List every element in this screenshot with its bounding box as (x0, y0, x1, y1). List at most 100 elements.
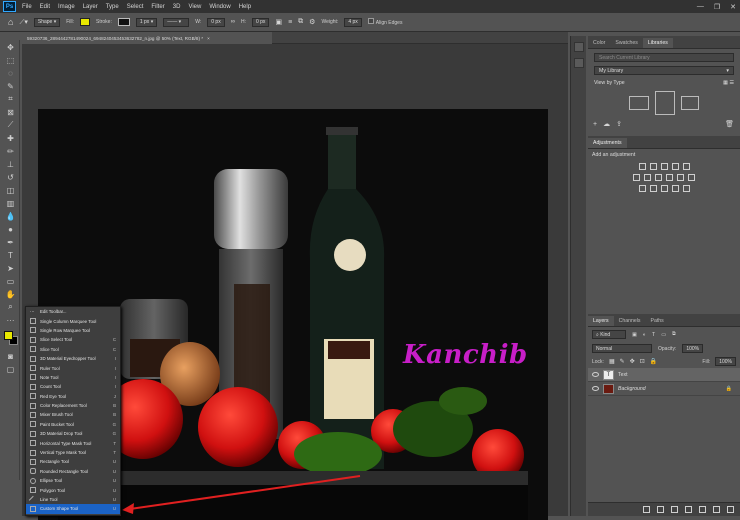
photo-filter-icon[interactable] (666, 174, 673, 181)
frame-tool-icon[interactable]: ⊠ (4, 106, 18, 118)
lock-artboard-icon[interactable]: ⊡ (640, 358, 645, 365)
menu-file[interactable]: File (22, 4, 32, 10)
flyout-item[interactable]: 3D Material Drop ToolG (26, 429, 120, 438)
new-layer-icon[interactable] (713, 506, 720, 513)
history-panel-icon[interactable] (574, 42, 584, 52)
hand-tool-icon[interactable]: ✋ (4, 288, 18, 300)
menu-help[interactable]: Help (239, 4, 251, 10)
trash-icon[interactable] (727, 506, 734, 513)
properties-panel-icon[interactable] (574, 58, 584, 68)
flyout-item[interactable]: Ruler ToolI (26, 363, 120, 372)
history-brush-tool-icon[interactable]: ↺ (4, 171, 18, 183)
upload-icon[interactable]: ⇪ (616, 120, 622, 128)
add-icon[interactable]: + (593, 121, 597, 128)
vibrance-icon[interactable] (683, 163, 690, 170)
gradient-tool-icon[interactable]: ▥ (4, 197, 18, 209)
invert-icon[interactable] (639, 185, 646, 192)
menu-layer[interactable]: Layer (83, 4, 98, 10)
more-tools-icon[interactable]: ··· (4, 314, 18, 326)
filter-type-icon[interactable]: T (652, 332, 655, 338)
crop-tool-icon[interactable]: ⌗ (4, 93, 18, 105)
color-swatches[interactable] (3, 330, 19, 346)
layer-row-background[interactable]: Background 🔒 (588, 382, 740, 396)
stroke-width-field[interactable]: 1 px ▾ (136, 18, 157, 27)
opacity-field[interactable]: 100% (682, 344, 703, 353)
menu-filter[interactable]: Filter (151, 4, 164, 10)
view-by-select[interactable]: View by Type (594, 80, 625, 86)
fill-swatch[interactable] (80, 18, 90, 26)
flyout-item[interactable]: 3D Material Eyedropper ToolI (26, 354, 120, 363)
stamp-tool-icon[interactable]: ⊥ (4, 158, 18, 170)
menu-window[interactable]: Window (209, 4, 230, 10)
menu-3d[interactable]: 3D (173, 4, 181, 10)
lock-paint-icon[interactable]: ✎ (620, 358, 625, 365)
menu-image[interactable]: Image (58, 4, 75, 10)
flyout-item[interactable]: Color Replacement ToolB (26, 401, 120, 410)
stroke-swatch[interactable] (118, 18, 130, 26)
selective-color-icon[interactable] (683, 185, 690, 192)
eraser-tool-icon[interactable]: ◫ (4, 184, 18, 196)
black-white-icon[interactable] (655, 174, 662, 181)
color-lookup-icon[interactable] (688, 174, 695, 181)
flyout-item[interactable]: Single Column Marquee Tool (26, 316, 120, 325)
exposure-icon[interactable] (672, 163, 679, 170)
flyout-item[interactable]: Note ToolI (26, 373, 120, 382)
tab-layers[interactable]: Layers (588, 316, 614, 326)
flyout-item[interactable]: Slice Select ToolC (26, 335, 120, 344)
align-edges-checkbox[interactable]: Align Edges (368, 18, 403, 26)
hue-saturation-icon[interactable] (633, 174, 640, 181)
tab-paths[interactable]: Paths (646, 316, 669, 326)
channel-mixer-icon[interactable] (677, 174, 684, 181)
filter-shape-icon[interactable]: ▭ (661, 332, 666, 338)
type-tool-icon[interactable]: T (4, 249, 18, 261)
link-icon[interactable]: ∞ (231, 19, 235, 25)
trash-icon[interactable]: 🗑 (725, 120, 734, 128)
layer-row-text[interactable]: T Text (588, 368, 740, 382)
quick-select-tool-icon[interactable]: ✎ (4, 80, 18, 92)
menu-view[interactable]: View (188, 4, 201, 10)
posterize-icon[interactable] (650, 185, 657, 192)
flyout-item[interactable]: ⋯Edit Toolbar... (26, 307, 120, 316)
flyout-item[interactable]: Slice ToolC (26, 345, 120, 354)
lock-move-icon[interactable]: ✥ (630, 358, 635, 365)
shape-tool-icon[interactable]: ▭ (4, 275, 18, 287)
color-balance-icon[interactable] (644, 174, 651, 181)
library-select[interactable]: My Library▾ (594, 66, 734, 75)
flyout-item[interactable]: Polygon ToolU (26, 485, 120, 494)
dodge-tool-icon[interactable]: ● (4, 223, 18, 235)
brush-tool-icon[interactable]: ✏ (4, 145, 18, 157)
stroke-type-select[interactable]: —— ▾ (163, 18, 189, 27)
gradient-map-icon[interactable] (672, 185, 679, 192)
shape-tool-preset-icon[interactable]: ⟋▾ (19, 18, 27, 27)
flyout-item[interactable]: Paint Bucket ToolG (26, 420, 120, 429)
flyout-item[interactable]: Mixer Brush ToolB (26, 410, 120, 419)
tab-channels[interactable]: Channels (614, 316, 646, 326)
path-arrangement-icon[interactable]: ⧉ (298, 18, 303, 26)
fill-field[interactable]: 100% (715, 357, 736, 366)
tab-adjustments[interactable]: Adjustments (588, 138, 627, 148)
brightness-icon[interactable] (639, 163, 646, 170)
flyout-item[interactable]: Vertical Type Mask ToolT (26, 448, 120, 457)
blur-tool-icon[interactable]: 💧 (4, 210, 18, 222)
pen-tool-icon[interactable]: ✒ (4, 236, 18, 248)
blend-mode-select[interactable]: Normal (592, 344, 652, 353)
flyout-item-custom-shape-selected[interactable]: Custom Shape ToolU (26, 504, 120, 513)
lasso-tool-icon[interactable]: ◌ (4, 67, 18, 79)
path-alignment-icon[interactable]: ≡ (288, 19, 292, 26)
width-field[interactable]: 0 px (207, 18, 224, 27)
mask-icon[interactable] (671, 506, 678, 513)
menu-type[interactable]: Type (106, 4, 119, 10)
filter-pixel-icon[interactable]: ▣ (632, 332, 637, 338)
link-layers-icon[interactable] (643, 506, 650, 513)
lock-pixels-icon[interactable]: ▦ (609, 358, 615, 365)
close-icon[interactable]: × (207, 36, 210, 41)
align-edges-check[interactable] (368, 18, 374, 24)
menu-select[interactable]: Select (127, 4, 144, 10)
foreground-color-swatch[interactable] (4, 331, 13, 340)
screen-mode-icon[interactable]: ▢ (4, 363, 18, 375)
curves-icon[interactable] (661, 163, 668, 170)
flyout-item[interactable]: Ellipse ToolU (26, 476, 120, 485)
close-icon[interactable]: ✕ (730, 3, 736, 11)
weight-field[interactable]: 4 px (344, 18, 361, 27)
eyedropper-tool-icon[interactable]: ⟋ (4, 119, 18, 131)
